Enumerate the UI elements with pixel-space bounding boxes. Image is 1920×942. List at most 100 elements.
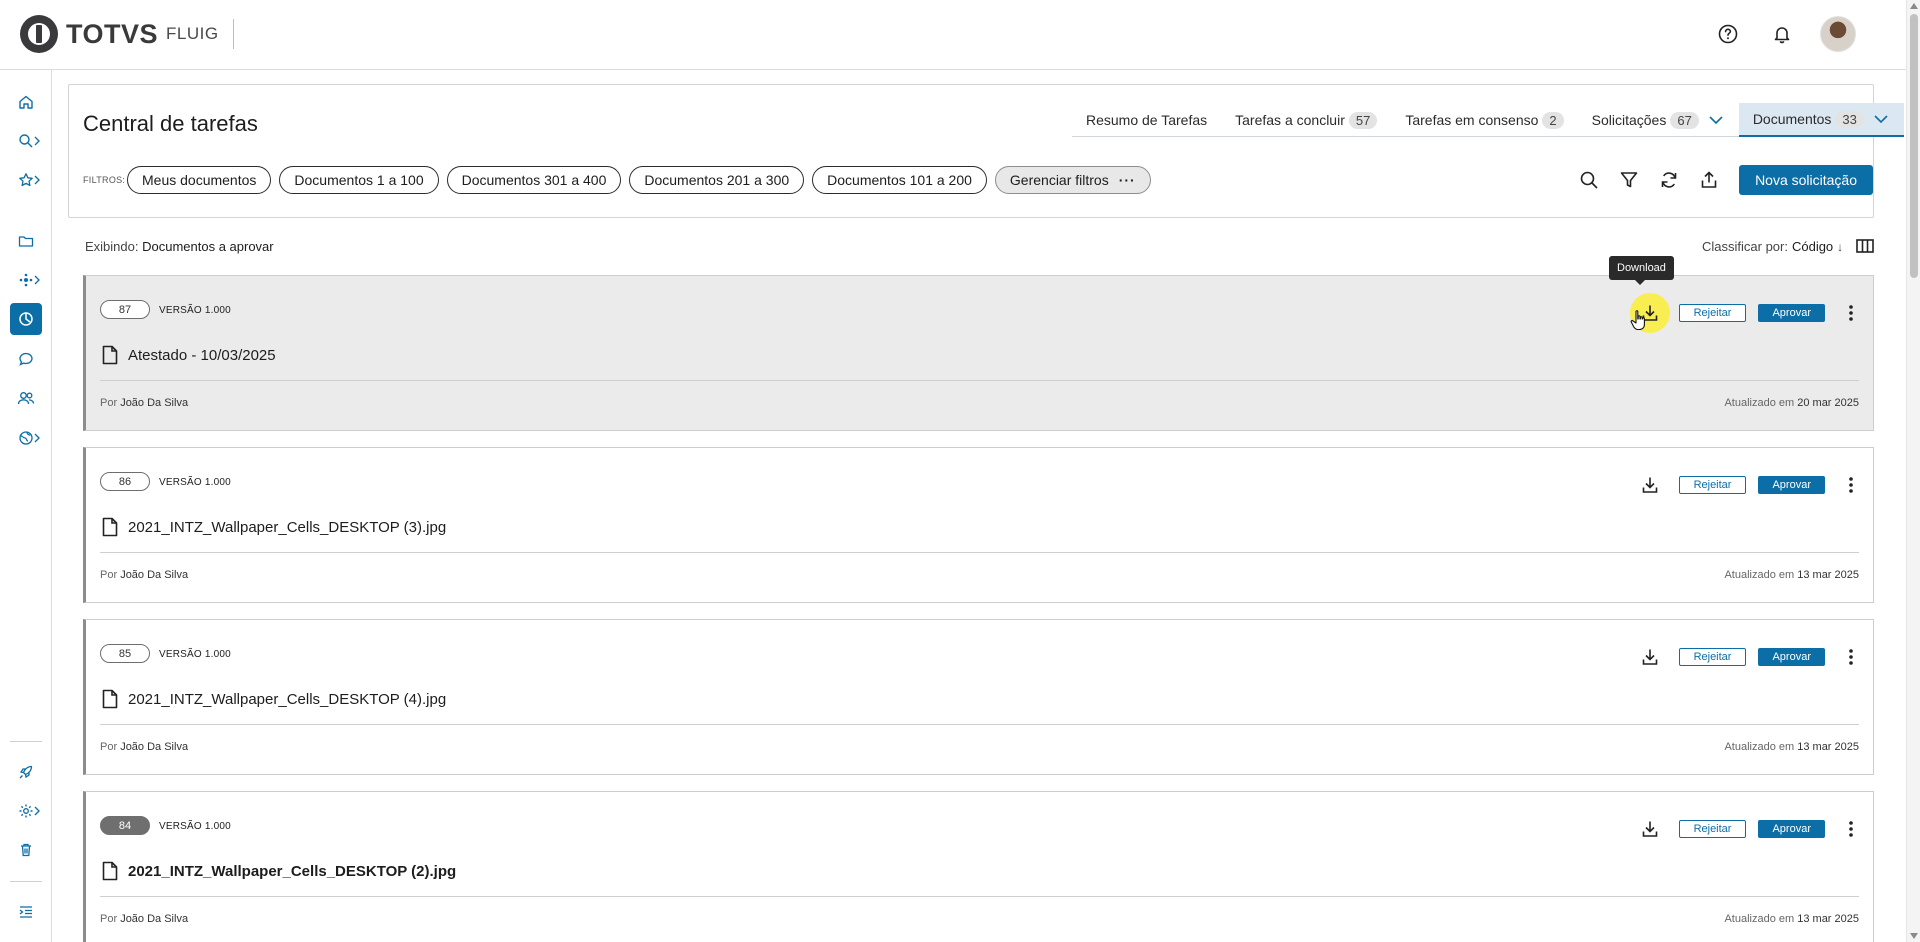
document-author: Por João Da Silva xyxy=(100,913,189,925)
tab-documents[interactable]: Documentos 33 xyxy=(1738,103,1904,137)
more-vertical-icon[interactable] xyxy=(1841,473,1861,497)
search-icon[interactable] xyxy=(0,125,52,157)
column-view-icon[interactable] xyxy=(1856,238,1874,257)
process-icon[interactable] xyxy=(0,264,52,296)
filter-chips: Meus documentos Documentos 1 a 100 Docum… xyxy=(127,166,1151,194)
document-title[interactable]: 2021_INTZ_Wallpaper_Cells_DESKTOP (4).jp… xyxy=(102,689,446,709)
gear-icon[interactable] xyxy=(0,795,52,827)
more-vertical-icon[interactable] xyxy=(1841,301,1861,325)
tab-tasks-to-complete[interactable]: Tarefas a concluir 57 xyxy=(1221,103,1391,137)
document-code-badge: 84 xyxy=(100,816,150,835)
more-vertical-icon[interactable] xyxy=(1841,645,1861,669)
rocket-icon[interactable] xyxy=(0,756,52,788)
reject-button[interactable]: Rejeitar xyxy=(1678,648,1747,666)
download-button[interactable] xyxy=(1633,642,1667,672)
task-central-icon[interactable] xyxy=(0,303,52,335)
approve-button[interactable]: Aprovar xyxy=(1758,476,1825,494)
reject-button[interactable]: Rejeitar xyxy=(1678,476,1747,494)
tab-label: Documentos xyxy=(1752,111,1832,127)
top-bar: TOTVS FLUIG xyxy=(0,0,1906,70)
document-name: 2021_INTZ_Wallpaper_Cells_DESKTOP (4).jp… xyxy=(128,690,447,708)
filter-chip-documents-201-300[interactable]: Documentos 201 a 300 xyxy=(629,166,805,194)
search-icon[interactable] xyxy=(1569,164,1609,196)
folder-icon[interactable] xyxy=(0,225,52,257)
new-request-button[interactable]: Nova solicitação xyxy=(1739,165,1873,195)
trash-icon[interactable] xyxy=(0,834,52,866)
page-title: Central de tarefas xyxy=(83,111,258,136)
card-divider xyxy=(100,724,1859,725)
header-toolbar: Nova solicitação xyxy=(1569,164,1873,196)
tab-requests[interactable]: Solicitações 67 xyxy=(1578,103,1739,137)
filter-chip-documents-1-100[interactable]: Documentos 1 a 100 xyxy=(279,166,439,194)
approve-button[interactable]: Aprovar xyxy=(1758,304,1825,322)
showing-value: Documentos a aprovar xyxy=(142,239,274,254)
home-icon[interactable] xyxy=(0,86,52,118)
menu-toggle-icon[interactable] xyxy=(0,896,52,928)
scroll-up-arrow[interactable] xyxy=(1910,3,1918,9)
card-divider xyxy=(100,896,1859,897)
document-actions: Rejeitar Aprovar xyxy=(1633,470,1861,500)
document-actions: Rejeitar Aprovar xyxy=(1633,814,1861,844)
more-horizontal-icon: ··· xyxy=(1118,172,1136,188)
bell-icon[interactable] xyxy=(1766,18,1798,50)
star-icon[interactable] xyxy=(0,164,52,196)
filter-chip-documents-101-200[interactable]: Documentos 101 a 200 xyxy=(812,166,987,194)
export-icon[interactable] xyxy=(1689,164,1729,196)
document-updated: Atualizado em 13 mar 2025 xyxy=(1724,741,1859,753)
document-card[interactable]: 87 VERSÃO 1.000 Atestado - 10/03/2025 Po… xyxy=(83,275,1874,431)
task-tabs: Resumo de Tarefas Tarefas a concluir 57 … xyxy=(1072,103,1904,137)
document-title[interactable]: Atestado - 10/03/2025 xyxy=(102,345,276,365)
document-actions: Rejeitar Aprovar xyxy=(1633,642,1861,672)
download-icon xyxy=(1642,821,1657,837)
more-vertical-icon[interactable] xyxy=(1841,817,1861,841)
scrollbar-thumb[interactable] xyxy=(1910,14,1918,278)
tab-tasks-in-consensus[interactable]: Tarefas em consenso 2 xyxy=(1391,103,1577,137)
filter-chip-my-documents[interactable]: Meus documentos xyxy=(127,166,272,194)
refresh-icon[interactable] xyxy=(1649,164,1689,196)
chevron-down-icon[interactable] xyxy=(1872,113,1890,125)
sort-direction-icon: ↓ xyxy=(1837,239,1844,254)
document-name: 2021_INTZ_Wallpaper_Cells_DESKTOP (2).jp… xyxy=(128,862,457,880)
logo-divider xyxy=(232,19,234,49)
page-scrollbar[interactable] xyxy=(1906,0,1920,942)
global-icon[interactable] xyxy=(0,422,52,454)
document-title[interactable]: 2021_INTZ_Wallpaper_Cells_DESKTOP (3).jp… xyxy=(102,517,446,537)
scroll-down-arrow[interactable] xyxy=(1910,933,1918,939)
file-icon xyxy=(102,861,118,881)
left-sidebar xyxy=(0,70,52,942)
document-card[interactable]: 85 VERSÃO 1.000 2021_INTZ_Wallpaper_Cell… xyxy=(83,619,1874,775)
download-tooltip: Download xyxy=(1609,256,1674,285)
tab-label: Solicitações xyxy=(1591,112,1667,128)
community-icon[interactable] xyxy=(0,382,52,414)
approve-button[interactable]: Aprovar xyxy=(1758,820,1825,838)
chevron-down-icon[interactable] xyxy=(1707,114,1725,126)
approve-button[interactable]: Aprovar xyxy=(1758,648,1825,666)
filter-chip-documents-301-400[interactable]: Documentos 301 a 400 xyxy=(446,166,622,194)
showing-label: Exibindo: xyxy=(85,239,139,254)
chat-icon[interactable] xyxy=(0,343,52,375)
tab-task-summary[interactable]: Resumo de Tarefas xyxy=(1072,103,1221,137)
document-code-badge: 87 xyxy=(100,300,150,319)
tab-label: Resumo de Tarefas xyxy=(1086,112,1208,128)
sort-control[interactable]: Classificar por: Código ↓ xyxy=(1702,239,1843,254)
download-icon xyxy=(1642,649,1657,665)
document-card[interactable]: 84 VERSÃO 1.000 2021_INTZ_Wallpaper_Cell… xyxy=(83,791,1874,942)
document-card[interactable]: 86 VERSÃO 1.000 2021_INTZ_Wallpaper_Cell… xyxy=(83,447,1874,603)
file-icon xyxy=(102,689,118,709)
filter-icon[interactable] xyxy=(1609,164,1649,196)
help-icon[interactable] xyxy=(1712,18,1744,50)
manage-filters-button[interactable]: Gerenciar filtros ··· xyxy=(994,166,1151,194)
document-title[interactable]: 2021_INTZ_Wallpaper_Cells_DESKTOP (2).jp… xyxy=(102,861,456,881)
tab-count-badge: 33 xyxy=(1835,110,1864,128)
download-button[interactable] xyxy=(1633,470,1667,500)
reject-button[interactable]: Rejeitar xyxy=(1678,820,1747,838)
sort-value: Código xyxy=(1791,239,1834,254)
download-button[interactable] xyxy=(1633,814,1667,844)
task-central-header: Central de tarefas Resumo de Tarefas Tar… xyxy=(68,84,1904,218)
hand-cursor-icon xyxy=(1630,309,1648,334)
card-divider xyxy=(100,380,1859,381)
totvs-fluig-logo[interactable]: TOTVS FLUIG xyxy=(20,14,234,54)
reject-button[interactable]: Rejeitar xyxy=(1678,304,1747,322)
user-avatar[interactable] xyxy=(1820,16,1856,52)
document-author: Por João Da Silva xyxy=(100,569,189,581)
